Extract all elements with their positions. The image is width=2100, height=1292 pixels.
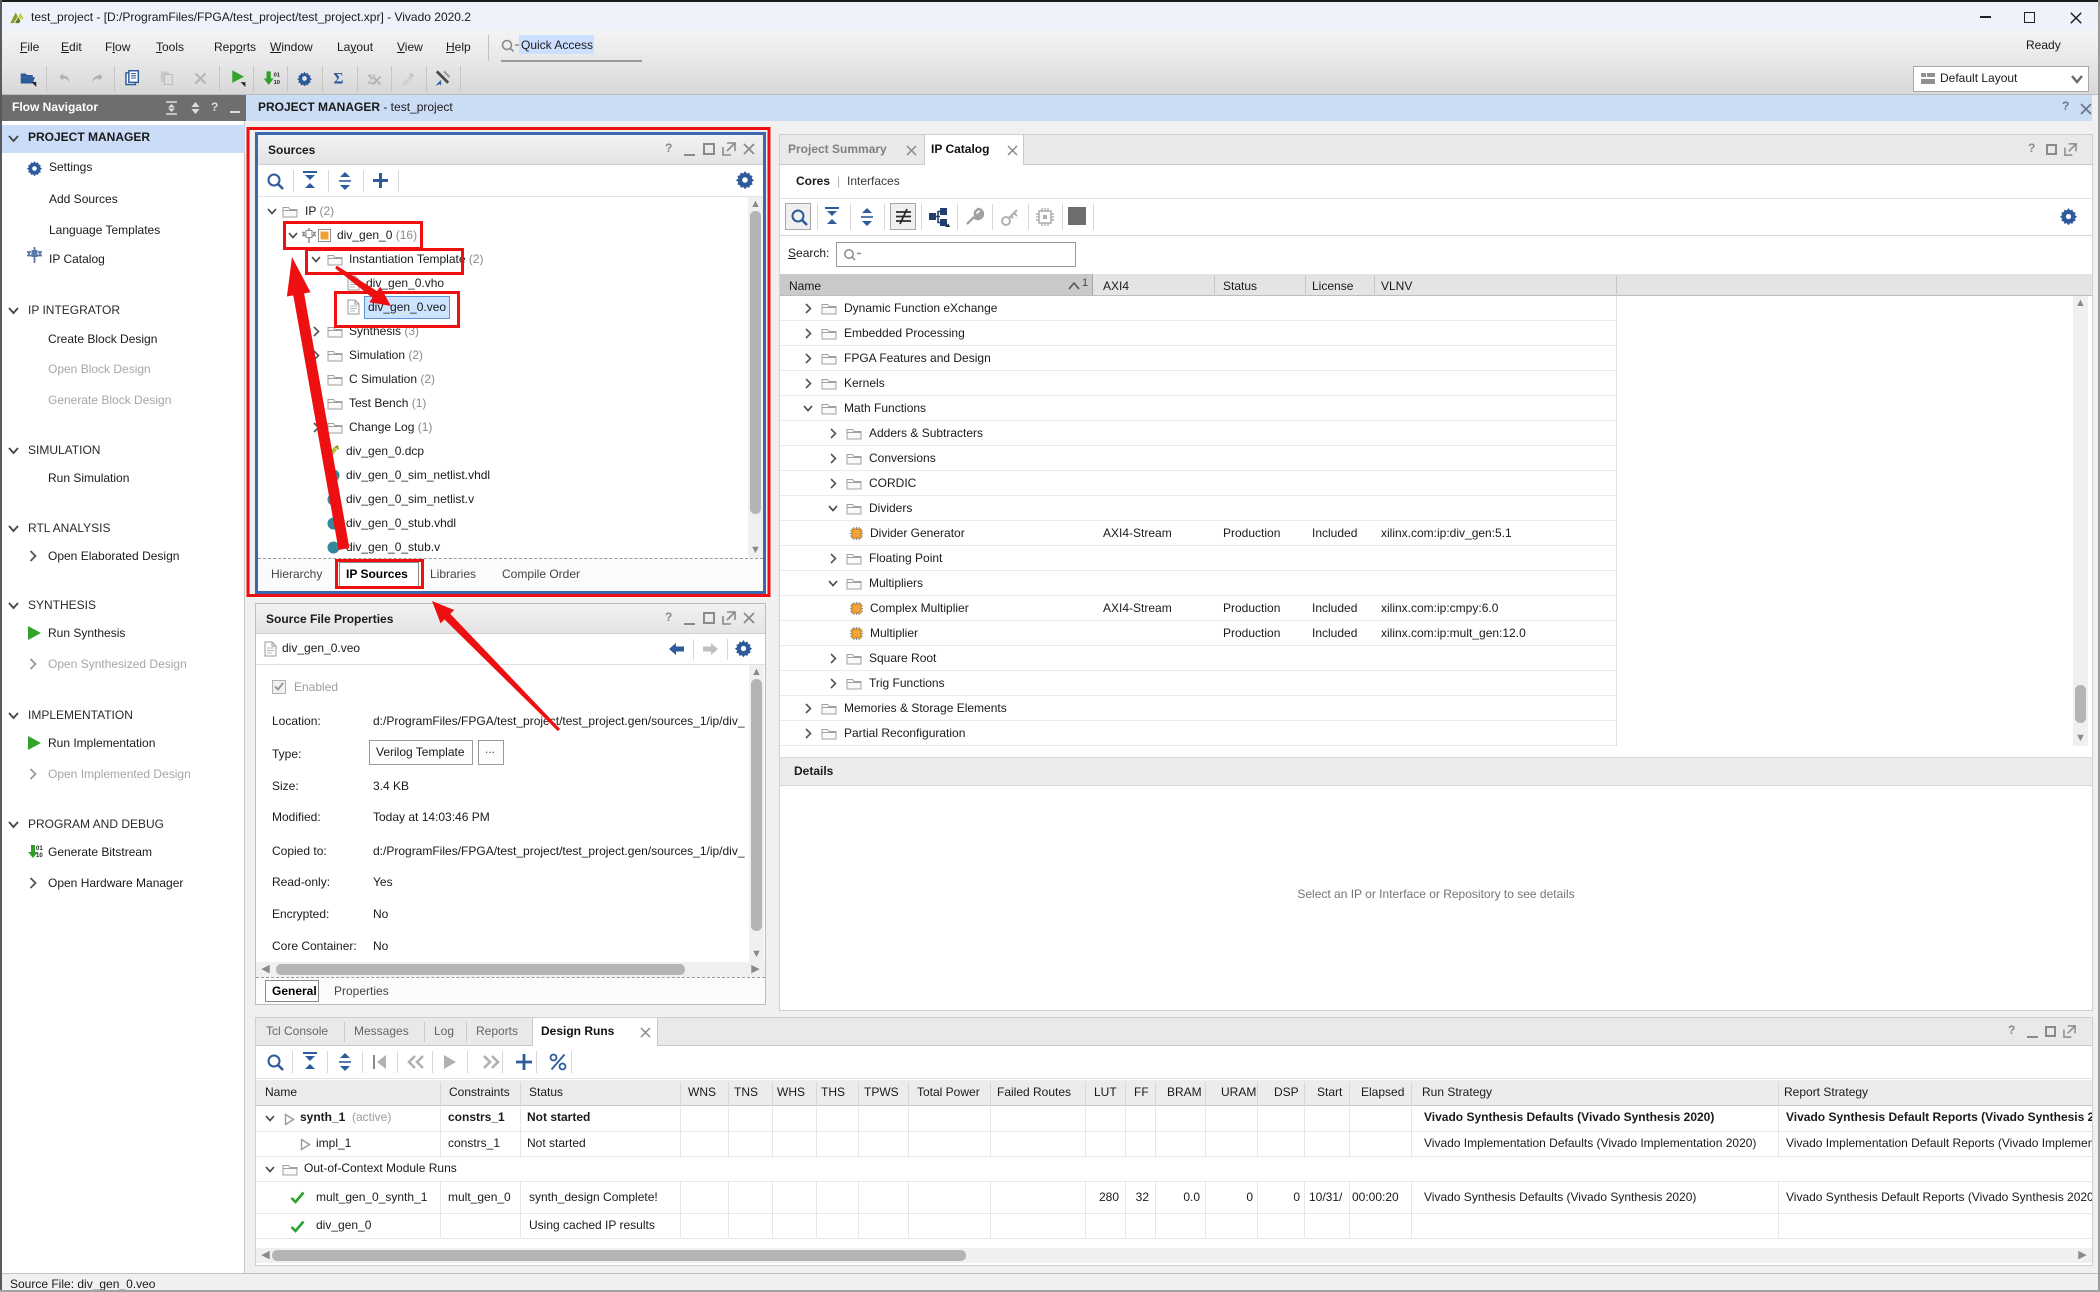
svg-text:Σ: Σ <box>333 71 343 86</box>
svg-text:10: 10 <box>274 80 280 86</box>
svg-text:01: 01 <box>274 72 280 78</box>
svg-text:01: 01 <box>36 846 43 852</box>
svg-text:10: 10 <box>36 853 43 859</box>
